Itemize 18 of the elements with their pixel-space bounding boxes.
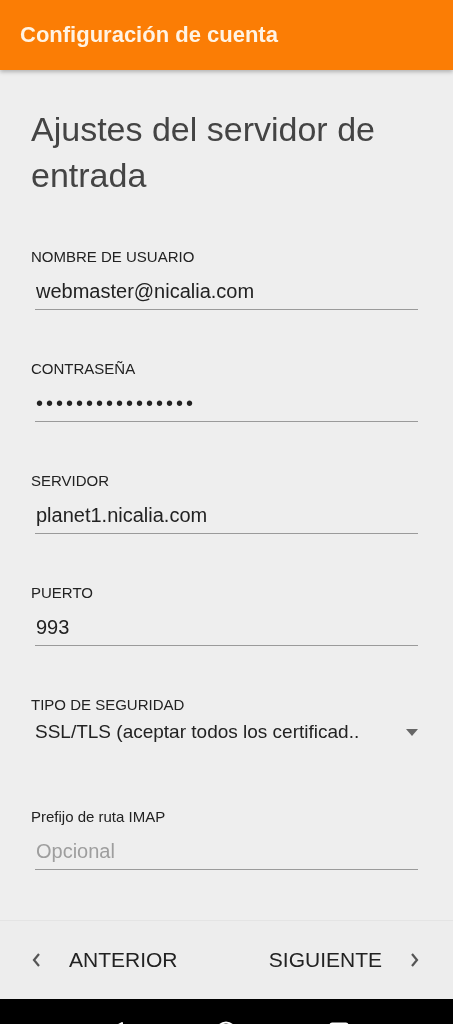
field-label: PUERTO [31,584,93,601]
security-dropdown[interactable]: SSL/TLS (aceptar todos los certificad.. [35,717,418,747]
input-field[interactable]: planet1.nicalia.com [35,497,418,534]
previous-button[interactable]: ANTERIOR [28,944,182,976]
next-button[interactable]: SIGUIENTE [264,944,423,976]
page-heading: Ajustes del servidor de entrada [31,109,376,196]
field-label: CONTRASEÑA [31,360,136,377]
input-field[interactable]: •••••••••••••••• [35,385,418,422]
chevron-right-icon [410,953,419,967]
field-label: NOMBRE DE USUARIO [31,248,195,265]
chevron-left-icon [32,953,41,967]
field-label: TIPO DE SEGURIDAD [31,696,185,713]
input-field[interactable]: 993 [35,609,418,646]
input-field[interactable]: webmaster@nicalia.com [35,273,418,310]
field-label: Prefijo de ruta IMAP [31,808,166,825]
dropdown-arrow-icon [406,728,418,736]
app-bar-title: Configuración de cuenta [20,22,278,48]
field-label: SERVIDOR [31,472,110,489]
